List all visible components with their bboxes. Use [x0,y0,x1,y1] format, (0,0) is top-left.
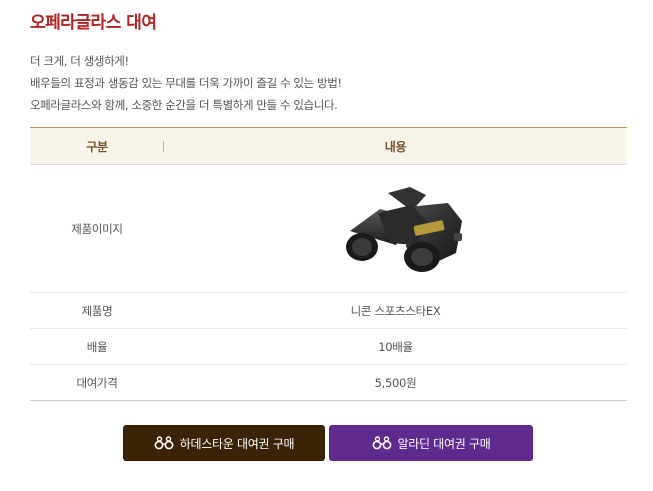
table-row: 제품이미지 [30,165,627,292]
aladdin-rental-purchase-button[interactable]: 알라딘 대여권 구매 [329,425,533,461]
product-info-table: 구분 내용 제품이미지 제품명 니콘 스포츠스타EX 배율 10배율 대여가격 … [30,127,627,401]
table-row: 제품명 니콘 스포츠스타EX [30,292,627,328]
row-label-image: 제품이미지 [71,221,123,236]
binoculars-icon [345,186,462,272]
intro-text: 더 크게, 더 생생하게! 배우들의 표정과 생동감 있는 무대를 더욱 가까이… [30,50,342,116]
row-label-magnification: 배율 [86,339,108,354]
aladdin-button-label: 알라딘 대여권 구매 [397,436,491,451]
header-content: 내용 [384,139,407,154]
purchase-buttons: 하데스타운 대여권 구매 알라딘 대여권 구매 [123,425,533,461]
intro-line: 더 크게, 더 생생하게! [30,54,129,68]
opera-glass-icon [372,436,391,450]
magnification-value: 10배율 [378,339,413,354]
row-label-product-name: 제품명 [81,303,113,318]
intro-line: 배우들의 표정과 생동감 있는 무대를 더욱 가까이 즐길 수 있는 방법! [30,76,342,90]
intro-line: 오페라글라스와 함께, 소중한 순간을 더 특별하게 만들 수 있습니다. [30,98,338,112]
table-row: 대여가격 5,500원 [30,364,627,400]
price-value: 5,500원 [374,375,417,390]
page-title: 오페라글라스 대여 [30,13,157,33]
product-image-cell [164,183,627,275]
header-category: 구분 [30,138,164,155]
hadesta-rental-purchase-button[interactable]: 하데스타운 대여권 구매 [123,425,325,461]
table-row: 배율 10배율 [30,328,627,364]
hadesta-button-label: 하데스타운 대여권 구매 [179,436,295,451]
opera-glass-icon [154,436,174,450]
row-label-price: 대여가격 [76,375,118,390]
product-name-value: 니콘 스포츠스타EX [350,303,441,318]
table-header-row: 구분 내용 [30,128,627,165]
